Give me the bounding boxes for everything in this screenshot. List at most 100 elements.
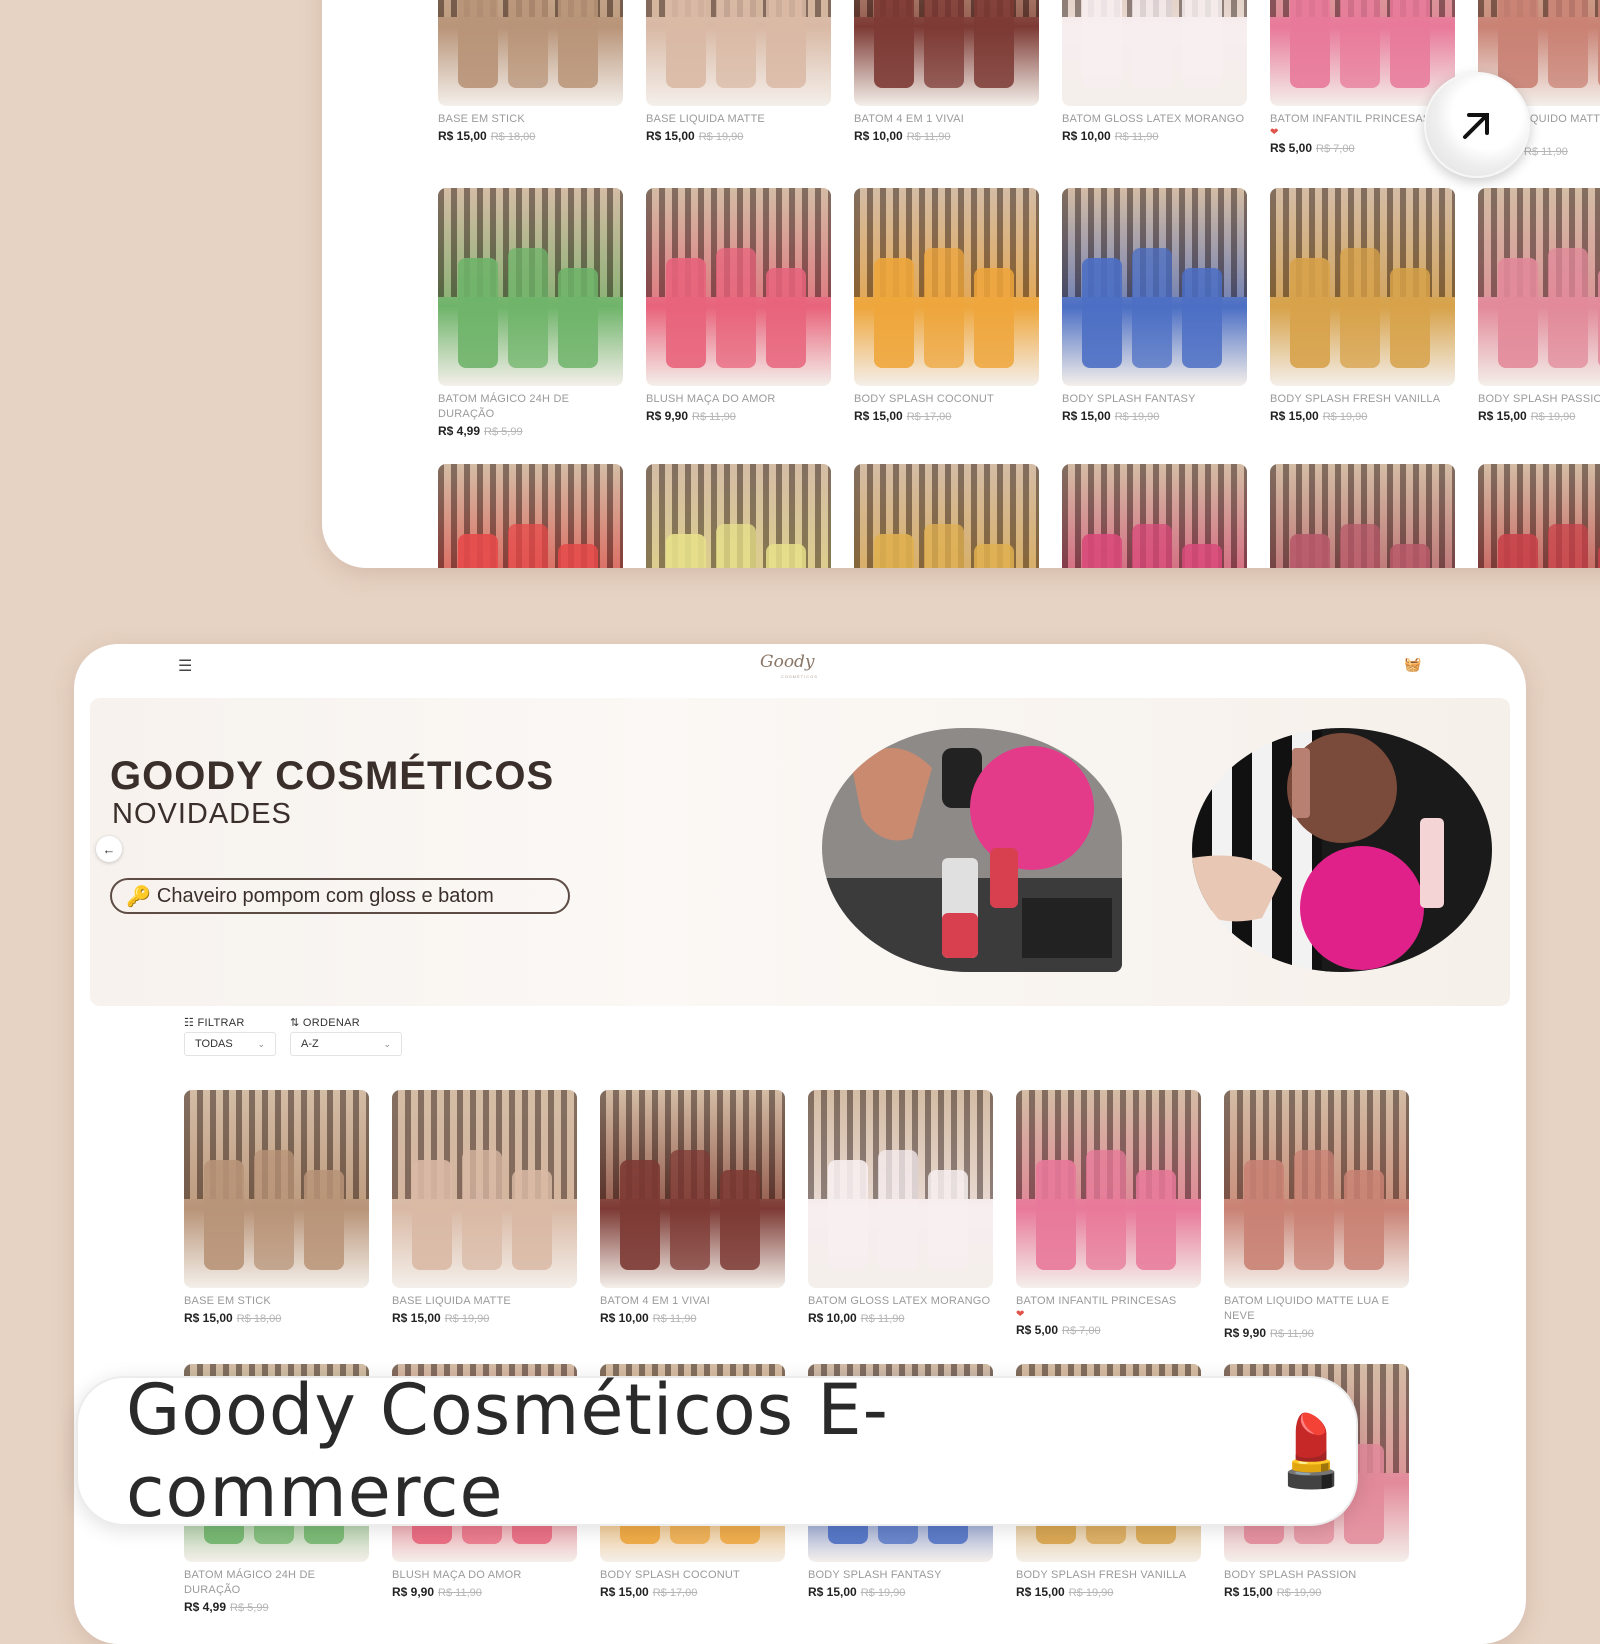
product-card[interactable]: BATOM GLOSS LATEX MORANGO R$ 10,00 R$ 11,9… (1062, 0, 1247, 143)
menu-icon[interactable]: ☰ (178, 656, 192, 676)
old-price: R$ 19,90 (1276, 1587, 1322, 1599)
product-name[interactable]: BATOM 4 EM 1 VIVAI (600, 1294, 785, 1309)
product-card[interactable]: BODY SPLASH PASSION R$ 15,00 R$ 19,90 (1478, 188, 1600, 423)
product-card[interactable]: BASE LIQUIDA MATTE R$ 15,00 R$ 19,90 (392, 1090, 577, 1325)
product-price: R$ 4,99 R$ 5,99 (438, 424, 623, 438)
product-image[interactable] (1270, 0, 1455, 106)
product-card[interactable]: BATOM 4 EM 1 VIVAI R$ 10,00 R$ 11,90 (600, 1090, 785, 1325)
old-price: R$ 11,90 (906, 131, 951, 143)
product-image[interactable] (438, 464, 623, 568)
order-label[interactable]: ⇅ ORDENAR (290, 1016, 360, 1029)
product-name[interactable]: BODY SPLASH FANTASY (1062, 392, 1247, 407)
product-image[interactable] (646, 188, 831, 386)
product-name[interactable]: BODY SPLASH PASSION (1224, 1568, 1409, 1583)
product-price: R$ 5,00 R$ 7,00 (1016, 1323, 1201, 1337)
current-price: R$ 15,00 (808, 1585, 857, 1599)
product-image[interactable] (184, 1090, 369, 1288)
product-card[interactable] (646, 464, 831, 568)
product-image[interactable] (438, 0, 623, 106)
product-card[interactable] (1270, 464, 1455, 568)
product-name[interactable]: BODY SPLASH PASSION (1478, 392, 1600, 407)
product-image[interactable] (646, 0, 831, 106)
product-name[interactable]: BASE LIQUIDA MATTE (646, 112, 831, 127)
product-card[interactable]: BASE EM STICK R$ 15,00 R$ 18,00 (438, 0, 623, 143)
product-card[interactable]: BODY SPLASH FANTASY R$ 15,00 R$ 19,90 (1062, 188, 1247, 423)
product-image[interactable] (1062, 188, 1247, 386)
product-image[interactable] (1062, 0, 1247, 106)
current-price: R$ 5,00 (1016, 1323, 1059, 1337)
product-name[interactable]: BATOM GLOSS LATEX MORANGO (808, 1294, 993, 1309)
product-card[interactable]: BASE EM STICK R$ 15,00 R$ 18,00 (184, 1090, 369, 1325)
product-name[interactable]: BASE EM STICK (438, 112, 623, 127)
product-name[interactable]: BASE EM STICK (184, 1294, 369, 1309)
product-card[interactable]: BODY SPLASH FRESH VANILLA R$ 15,00 R$ 19,9… (1270, 188, 1455, 423)
hero-title: GOODY COSMÉTICOS (110, 754, 555, 798)
product-image[interactable] (1016, 1090, 1201, 1288)
hero-promo-pill[interactable]: 🔑 Chaveiro pompom com gloss e batom (110, 878, 570, 914)
product-price: R$ 9,90R$ 11,90 (1224, 1326, 1409, 1340)
product-card[interactable]: BODY SPLASH COCONUT R$ 15,00 R$ 17,00 (854, 188, 1039, 423)
product-image[interactable] (600, 1090, 785, 1288)
product-card[interactable] (438, 464, 623, 568)
key-icon: 🔑 (126, 885, 151, 908)
order-select[interactable]: A-Z ⌄ (290, 1032, 402, 1056)
product-image[interactable] (1224, 1090, 1409, 1288)
current-price: R$ 5,00 (1270, 141, 1313, 155)
product-name[interactable]: BODY SPLASH FANTASY (808, 1568, 993, 1583)
carousel-prev-button[interactable]: ← (96, 836, 122, 862)
product-image[interactable] (1478, 188, 1600, 386)
product-image[interactable] (1270, 188, 1455, 386)
product-image[interactable] (854, 0, 1039, 106)
product-image[interactable] (1270, 464, 1455, 568)
product-name[interactable]: BATOM 4 EM 1 VIVAI (854, 112, 1039, 127)
product-name[interactable]: BATOM MÁGICO 24H DE DURAÇÃO (438, 392, 623, 422)
current-price: R$ 15,00 (1478, 409, 1527, 423)
old-price: R$ 17,00 (906, 411, 952, 423)
hero-banner: GOODY COSMÉTICOS NOVIDADES 🔑 Chaveiro po… (90, 698, 1510, 1006)
product-card[interactable]: BATOM INFANTIL PRINCESAS ❤ R$ 5,00 R$ 7,00 (1016, 1090, 1201, 1337)
product-image[interactable] (392, 1090, 577, 1288)
product-image[interactable] (1478, 464, 1600, 568)
product-name[interactable]: BODY SPLASH FRESH VANILLA (1016, 1568, 1201, 1583)
product-card[interactable]: BLUSH MAÇA DO AMOR R$ 9,90 R$ 11,90 (646, 188, 831, 423)
product-card[interactable]: BATOM 4 EM 1 VIVAI R$ 10,00 R$ 11,90 (854, 0, 1039, 143)
product-image[interactable] (808, 1090, 993, 1288)
product-card[interactable]: BATOM MÁGICO 24H DE DURAÇÃO R$ 4,99 R$ 5,9… (438, 188, 623, 438)
old-price: R$ 5,99 (230, 1602, 269, 1614)
product-name[interactable]: BODY SPLASH COCONUT (854, 392, 1039, 407)
product-name[interactable]: BLUSH MAÇA DO AMOR (646, 392, 831, 407)
old-price: R$ 19,90 (860, 1587, 906, 1599)
product-name[interactable]: BATOM GLOSS LATEX MORANGO (1062, 112, 1247, 127)
product-image[interactable] (854, 464, 1039, 568)
product-name[interactable]: BATOM MÁGICO 24H DE DURAÇÃO (184, 1568, 369, 1598)
filter-select[interactable]: TODAS ⌄ (184, 1032, 276, 1056)
open-external-button[interactable] (1424, 72, 1530, 178)
old-price: R$ 11,90 (860, 1313, 905, 1325)
product-name[interactable]: BATOM INFANTIL PRINCESAS (1016, 1294, 1201, 1309)
product-name[interactable]: BODY SPLASH FRESH VANILLA (1270, 392, 1455, 407)
product-name[interactable]: BATOM LIQUIDO MATTE LUA E NEVE (1224, 1294, 1409, 1324)
store-logo[interactable]: Goody (760, 652, 815, 672)
product-price: R$ 15,00 R$ 19,90 (1224, 1585, 1409, 1599)
product-card[interactable]: BATOM LIQUIDO MATTE LUA E NEVE R$ 9,90R$ … (1224, 1090, 1409, 1340)
basket-icon[interactable]: 🧺 (1404, 656, 1421, 673)
product-name[interactable]: BODY SPLASH COCONUT (600, 1568, 785, 1583)
filter-label[interactable]: ☷ FILTRAR (184, 1016, 245, 1029)
product-price: R$ 15,00 R$ 19,90 (1270, 409, 1455, 423)
product-card[interactable] (854, 464, 1039, 568)
product-card[interactable] (1478, 464, 1600, 568)
product-image[interactable] (438, 188, 623, 386)
product-card[interactable]: BASE LIQUIDA MATTE R$ 15,00 R$ 19,90 (646, 0, 831, 143)
product-image[interactable] (646, 464, 831, 568)
product-image[interactable] (1062, 464, 1247, 568)
product-price: R$ 15,00 R$ 19,90 (1478, 409, 1600, 423)
old-price: R$ 7,00 (1316, 143, 1355, 155)
product-price: R$ 15,00 R$ 19,90 (392, 1311, 577, 1325)
chevron-down-icon: ⌄ (383, 1038, 391, 1049)
product-card[interactable]: BATOM GLOSS LATEX MORANGO R$ 10,00 R$ 11,9… (808, 1090, 993, 1325)
old-price: R$ 19,90 (1322, 411, 1368, 423)
product-card[interactable] (1062, 464, 1247, 568)
product-image[interactable] (854, 188, 1039, 386)
product-name[interactable]: BASE LIQUIDA MATTE (392, 1294, 577, 1309)
product-name[interactable]: BLUSH MAÇA DO AMOR (392, 1568, 577, 1583)
